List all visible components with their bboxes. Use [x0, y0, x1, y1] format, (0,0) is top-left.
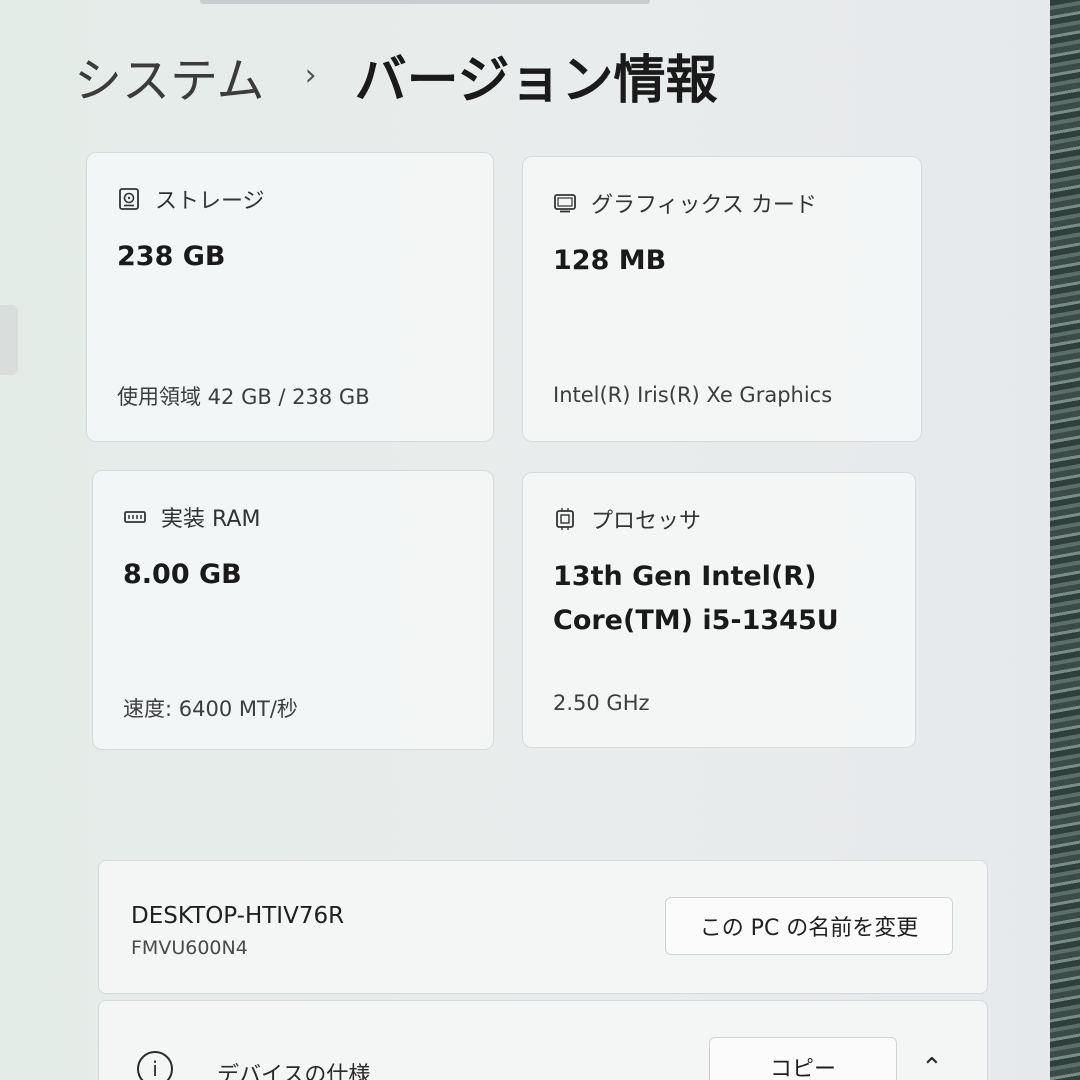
ram-value: 8.00 GB: [123, 559, 242, 590]
processor-value-line2: Core(TM) i5-1345U: [553, 605, 839, 636]
device-name: DESKTOP-HTIV76R: [131, 903, 345, 929]
side-handle: [0, 305, 18, 375]
ram-label: 実装 RAM: [161, 507, 261, 532]
storage-icon: [119, 188, 139, 210]
background-edge: [1050, 0, 1080, 1080]
cpu-icon: [556, 508, 574, 530]
chevron-up-icon[interactable]: ⌃: [921, 1053, 943, 1080]
ram-card: 実装 RAM 8.00 GB 速度: 6400 MT/秒: [92, 470, 494, 750]
processor-label: プロセッサ: [591, 509, 702, 534]
rename-pc-button[interactable]: この PC の名前を変更: [665, 897, 953, 955]
breadcrumb: システム › バージョン情報: [74, 38, 718, 113]
graphics-value: 128 MB: [553, 245, 667, 276]
graphics-card: グラフィックス カード 128 MB Intel(R) Iris(R) Xe G…: [522, 156, 922, 442]
storage-card: ストレージ 238 GB 使用領域 42 GB / 238 GB: [86, 152, 494, 442]
display-icon: [554, 194, 576, 213]
processor-value: 13th Gen Intel(R) Core(TM) i5-1345U: [553, 555, 839, 643]
processor-value-line1: 13th Gen Intel(R): [553, 561, 817, 592]
ram-speed: 速度: 6400 MT/秒: [123, 697, 298, 721]
processor-speed: 2.50 GHz: [553, 691, 650, 715]
graphics-label: グラフィックス カード: [591, 193, 817, 218]
device-name-card: DESKTOP-HTIV76R FMVU600N4 この PC の名前を変更: [98, 860, 988, 994]
device-specs-title: デバイスの仕様: [217, 1063, 371, 1080]
device-model: FMVU600N4: [131, 937, 248, 959]
device-specs-card[interactable]: i デバイスの仕様 コピー ⌃: [98, 1000, 988, 1080]
storage-usage: 使用領域 42 GB / 238 GB: [117, 385, 370, 409]
copy-button[interactable]: コピー: [709, 1037, 897, 1080]
info-icon: i: [137, 1051, 173, 1080]
processor-card: プロセッサ 13th Gen Intel(R) Core(TM) i5-1345…: [522, 472, 916, 748]
ram-icon: [124, 511, 146, 523]
breadcrumb-separator: ›: [304, 58, 317, 93]
storage-value: 238 GB: [117, 241, 226, 272]
graphics-adapter: Intel(R) Iris(R) Xe Graphics: [553, 383, 833, 407]
page-title: バージョン情報: [354, 51, 718, 111]
breadcrumb-parent[interactable]: システム: [74, 41, 265, 111]
top-edge-bar: [200, 0, 650, 4]
storage-label: ストレージ: [155, 189, 265, 214]
